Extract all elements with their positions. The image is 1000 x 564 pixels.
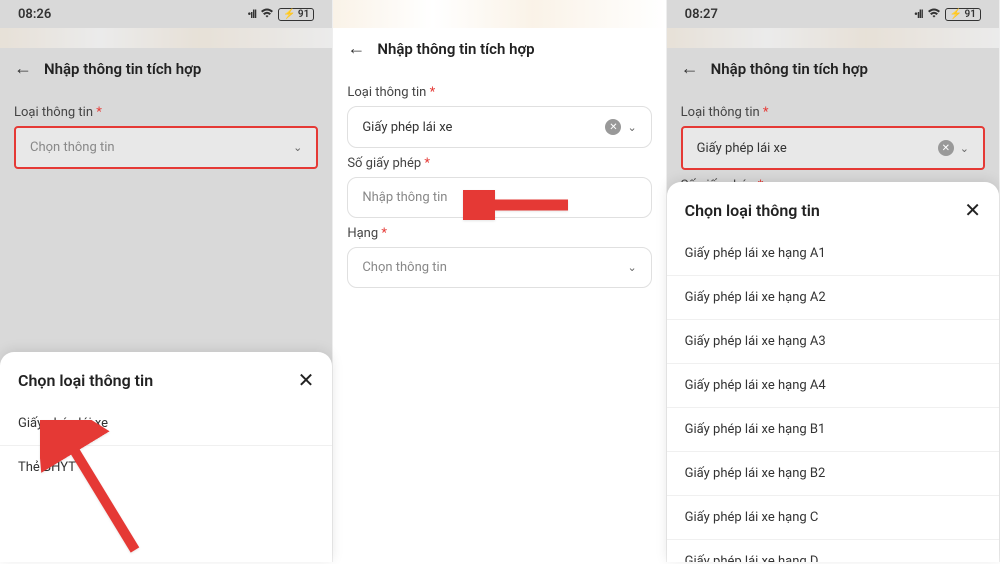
required-asterisk: *: [424, 156, 430, 171]
sheet-option-a4[interactable]: Giấy phép lái xe hạng A4: [667, 364, 999, 408]
info-type-select[interactable]: Giấy phép lái xe ✕ ⌄: [347, 106, 651, 148]
select-placeholder-text: Chọn thông tin: [30, 140, 115, 155]
content-area: Loại thông tin * Giấy phép lái xe ✕ ⌄ Số…: [333, 69, 665, 562]
info-type-select[interactable]: Giấy phép lái xe ✕ ⌄: [681, 126, 985, 170]
license-number-label: Số giấy phép *: [347, 156, 651, 171]
wifi-icon: [260, 8, 274, 21]
info-type-label: Loại thông tin *: [347, 85, 651, 100]
status-right: •ıll ⚡ 91: [914, 8, 981, 21]
clear-icon[interactable]: ✕: [605, 119, 621, 135]
select-value-text: Giấy phép lái xe: [697, 141, 787, 156]
phone-screen-2: ← Nhập thông tin tích hợp Loại thông tin…: [333, 0, 666, 562]
sheet-header: Chọn loại thông tin ✕: [667, 182, 999, 232]
select-placeholder-text: Chọn thông tin: [362, 260, 447, 275]
phone-screen-1: 08:26 •ıll ⚡ 91 ← Nhập thông tin tích hợ…: [0, 0, 333, 562]
sheet-title: Chọn loại thông tin: [18, 371, 153, 390]
chevron-down-icon: ⌄: [627, 261, 636, 274]
required-asterisk: *: [96, 105, 102, 120]
page-title: Nhập thông tin tích hợp: [377, 40, 534, 58]
page-title: Nhập thông tin tích hợp: [711, 60, 868, 78]
signal-icon: •ıll: [914, 8, 923, 21]
page-header: ← Nhập thông tin tích hợp: [667, 48, 999, 89]
rank-label: Hạng *: [347, 226, 651, 241]
sheet-option-d[interactable]: Giấy phép lái xe hạng D: [667, 540, 999, 562]
select-value-text: Giấy phép lái xe: [362, 120, 452, 135]
sheet-header: Chọn loại thông tin ✕: [0, 352, 332, 402]
status-time: 08:26: [18, 7, 51, 22]
bottom-sheet: Chọn loại thông tin ✕ Giấy phép lái xe T…: [0, 352, 332, 562]
info-type-label: Loại thông tin *: [681, 105, 985, 120]
status-bar: 08:26 •ıll ⚡ 91: [0, 0, 332, 28]
back-arrow-icon[interactable]: ←: [347, 38, 365, 59]
info-type-select[interactable]: Chọn thông tin ⌄: [14, 126, 318, 169]
sheet-option-bhyt[interactable]: Thẻ BHYT: [0, 446, 332, 489]
sheet-option-b1[interactable]: Giấy phép lái xe hạng B1: [667, 408, 999, 452]
bottom-sheet: Chọn loại thông tin ✕ Giấy phép lái xe h…: [667, 182, 999, 562]
status-time: 08:27: [685, 7, 718, 22]
required-asterisk: *: [430, 85, 436, 100]
required-asterisk: *: [763, 105, 769, 120]
chevron-down-icon: ⌄: [293, 141, 302, 154]
sheet-option-a3[interactable]: Giấy phép lái xe hạng A3: [667, 320, 999, 364]
close-icon[interactable]: ✕: [298, 368, 315, 392]
sheet-title: Chọn loại thông tin: [685, 201, 820, 220]
page-header: ← Nhập thông tin tích hợp: [0, 48, 332, 89]
close-icon[interactable]: ✕: [964, 198, 981, 222]
chevron-down-icon: ⌄: [960, 142, 969, 155]
decor-strip: [0, 28, 332, 48]
status-bar: 08:27 •ıll ⚡ 91: [667, 0, 999, 28]
page-title: Nhập thông tin tích hợp: [44, 60, 201, 78]
decor-strip: [333, 0, 665, 28]
chevron-down-icon: ⌄: [627, 121, 636, 134]
phone-screen-3: 08:27 •ıll ⚡ 91 ← Nhập thông tin tích hợ…: [667, 0, 1000, 562]
page-header: ← Nhập thông tin tích hợp: [333, 28, 665, 69]
sheet-option-a2[interactable]: Giấy phép lái xe hạng A2: [667, 276, 999, 320]
sheet-option-c[interactable]: Giấy phép lái xe hạng C: [667, 496, 999, 540]
back-arrow-icon[interactable]: ←: [681, 58, 699, 79]
license-number-input[interactable]: Nhập thông tin: [347, 177, 651, 218]
back-arrow-icon[interactable]: ←: [14, 58, 32, 79]
clear-icon[interactable]: ✕: [938, 140, 954, 156]
signal-icon: •ıll: [247, 8, 256, 21]
wifi-icon: [927, 8, 941, 21]
rank-select[interactable]: Chọn thông tin ⌄: [347, 247, 651, 288]
battery-indicator: ⚡ 91: [278, 8, 314, 21]
battery-indicator: ⚡ 91: [945, 8, 981, 21]
status-right: •ıll ⚡ 91: [247, 8, 314, 21]
required-asterisk: *: [381, 226, 387, 241]
info-type-label: Loại thông tin *: [14, 105, 318, 120]
sheet-option-driver-license[interactable]: Giấy phép lái xe: [0, 402, 332, 446]
decor-strip: [667, 28, 999, 48]
sheet-option-b2[interactable]: Giấy phép lái xe hạng B2: [667, 452, 999, 496]
sheet-option-a1[interactable]: Giấy phép lái xe hạng A1: [667, 232, 999, 276]
